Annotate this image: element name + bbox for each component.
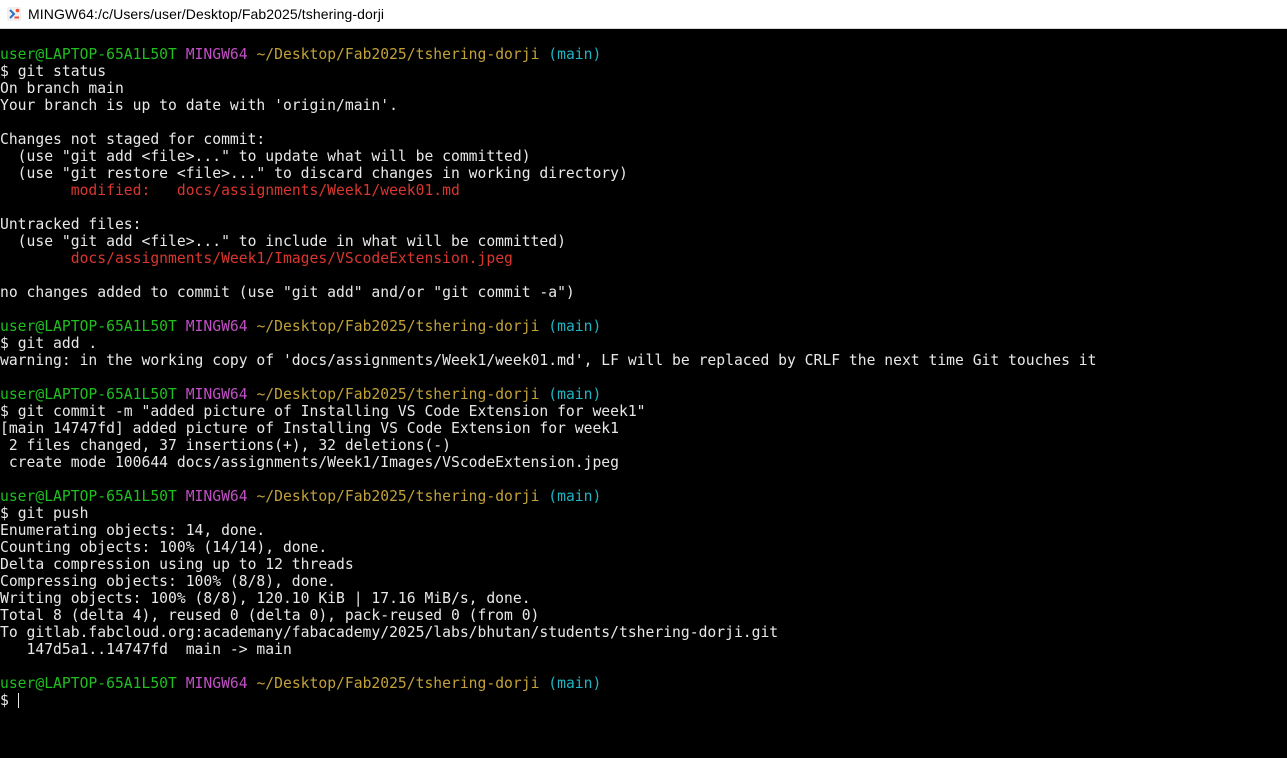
prompt-path: ~/Desktop/Fab2025/tshering-dorji bbox=[256, 386, 540, 403]
window-title: MINGW64:/c/Users/user/Desktop/Fab2025/ts… bbox=[28, 6, 385, 22]
prompt-line: user@LAPTOP-65A1L50T MINGW64 ~/Desktop/F… bbox=[0, 46, 1287, 63]
text-cursor bbox=[17, 693, 19, 708]
output-line: On branch main bbox=[0, 80, 1287, 97]
output-line: Counting objects: 100% (14/14), done. bbox=[0, 539, 1287, 556]
terminal-output[interactable]: user@LAPTOP-65A1L50T MINGW64 ~/Desktop/F… bbox=[0, 46, 1287, 758]
prompt-path: ~/Desktop/Fab2025/tshering-dorji bbox=[256, 675, 540, 692]
command-line: $ git commit -m "added picture of Instal… bbox=[0, 403, 1287, 420]
terminal-window: MINGW64:/c/Users/user/Desktop/Fab2025/ts… bbox=[0, 0, 1287, 758]
prompt-symbol: $ bbox=[0, 505, 18, 522]
output-text: Enumerating objects: 14, done. bbox=[0, 522, 266, 539]
output-line: Enumerating objects: 14, done. bbox=[0, 522, 1287, 539]
prompt-system: MINGW64 bbox=[185, 386, 248, 403]
prompt-branch: (main) bbox=[548, 488, 602, 505]
prompt-system: MINGW64 bbox=[185, 488, 248, 505]
output-line: (use "git restore <file>..." to discard … bbox=[0, 165, 1287, 182]
output-line: Delta compression using up to 12 threads bbox=[0, 556, 1287, 573]
command-text: git status bbox=[17, 63, 107, 80]
prompt-line: user@LAPTOP-65A1L50T MINGW64 ~/Desktop/F… bbox=[0, 386, 1287, 403]
git-bash-icon bbox=[6, 6, 22, 22]
title-bar[interactable]: MINGW64:/c/Users/user/Desktop/Fab2025/ts… bbox=[0, 0, 1287, 29]
output-line: Writing objects: 100% (8/8), 120.10 KiB … bbox=[0, 590, 1287, 607]
changed-file: docs/assignments/Week1/Images/VScodeExte… bbox=[70, 250, 513, 267]
output-text: Changes not staged for commit: bbox=[0, 131, 266, 148]
output-line: (use "git add <file>..." to update what … bbox=[0, 148, 1287, 165]
output-text: Total 8 (delta 4), reused 0 (delta 0), p… bbox=[0, 607, 540, 624]
output-text: Untracked files: bbox=[0, 216, 142, 233]
prompt-system: MINGW64 bbox=[185, 318, 248, 335]
output-text: (use "git restore <file>..." to discard … bbox=[0, 165, 628, 182]
output-text: warning: in the working copy of 'docs/as… bbox=[0, 352, 1097, 369]
prompt-user: user@LAPTOP-65A1L50T bbox=[0, 318, 177, 335]
output-line: 2 files changed, 37 insertions(+), 32 de… bbox=[0, 437, 1287, 454]
prompt-line: user@LAPTOP-65A1L50T MINGW64 ~/Desktop/F… bbox=[0, 488, 1287, 505]
command-text: git commit -m "added picture of Installi… bbox=[17, 403, 646, 420]
prompt-symbol: $ bbox=[0, 692, 18, 709]
output-line: To gitlab.fabcloud.org:academany/fabacad… bbox=[0, 624, 1287, 641]
prompt-symbol: $ bbox=[0, 403, 18, 420]
output-text: Your branch is up to date with 'origin/m… bbox=[0, 97, 398, 114]
input-line: $ bbox=[0, 692, 1287, 709]
prompt-line: user@LAPTOP-65A1L50T MINGW64 ~/Desktop/F… bbox=[0, 675, 1287, 692]
command-text: git add . bbox=[17, 335, 98, 352]
prompt-system: MINGW64 bbox=[185, 46, 248, 63]
output-text: To gitlab.fabcloud.org:academany/fabacad… bbox=[0, 624, 779, 641]
output-text: no changes added to commit (use "git add… bbox=[0, 284, 575, 301]
command-line: $ git status bbox=[0, 63, 1287, 80]
output-line: Changes not staged for commit: bbox=[0, 131, 1287, 148]
output-line: Compressing objects: 100% (8/8), done. bbox=[0, 573, 1287, 590]
command-line: $ git push bbox=[0, 505, 1287, 522]
output-text: (use "git add <file>..." to include in w… bbox=[0, 233, 566, 250]
prompt-user: user@LAPTOP-65A1L50T bbox=[0, 46, 177, 63]
output-line: Untracked files: bbox=[0, 216, 1287, 233]
prompt-path: ~/Desktop/Fab2025/tshering-dorji bbox=[256, 46, 540, 63]
prompt-user: user@LAPTOP-65A1L50T bbox=[0, 386, 177, 403]
output-text: Counting objects: 100% (14/14), done. bbox=[0, 539, 328, 556]
prompt-branch: (main) bbox=[548, 386, 602, 403]
changed-file: modified: docs/assignments/Week1/week01.… bbox=[70, 182, 460, 199]
prompt-branch: (main) bbox=[548, 318, 602, 335]
output-line: modified: docs/assignments/Week1/week01.… bbox=[0, 182, 1287, 199]
output-text: create mode 100644 docs/assignments/Week… bbox=[0, 454, 619, 471]
output-line: Total 8 (delta 4), reused 0 (delta 0), p… bbox=[0, 607, 1287, 624]
output-text: Compressing objects: 100% (8/8), done. bbox=[0, 573, 337, 590]
prompt-user: user@LAPTOP-65A1L50T bbox=[0, 675, 177, 692]
prompt-branch: (main) bbox=[548, 675, 602, 692]
output-line: [main 14747fd] added picture of Installi… bbox=[0, 420, 1287, 437]
output-text: Delta compression using up to 12 threads bbox=[0, 556, 354, 573]
prompt-line: user@LAPTOP-65A1L50T MINGW64 ~/Desktop/F… bbox=[0, 318, 1287, 335]
output-line: no changes added to commit (use "git add… bbox=[0, 284, 1287, 301]
output-line: create mode 100644 docs/assignments/Week… bbox=[0, 454, 1287, 471]
prompt-path: ~/Desktop/Fab2025/tshering-dorji bbox=[256, 488, 540, 505]
prompt-user: user@LAPTOP-65A1L50T bbox=[0, 488, 177, 505]
command-text: git push bbox=[17, 505, 89, 522]
prompt-symbol: $ bbox=[0, 335, 18, 352]
output-line: docs/assignments/Week1/Images/VScodeExte… bbox=[0, 250, 1287, 267]
output-text: [main 14747fd] added picture of Installi… bbox=[0, 420, 619, 437]
output-line: 147d5a1..14747fd main -> main bbox=[0, 641, 1287, 658]
output-text: On branch main bbox=[0, 80, 124, 97]
output-line: (use "git add <file>..." to include in w… bbox=[0, 233, 1287, 250]
prompt-path: ~/Desktop/Fab2025/tshering-dorji bbox=[256, 318, 540, 335]
output-text: 2 files changed, 37 insertions(+), 32 de… bbox=[0, 437, 451, 454]
prompt-branch: (main) bbox=[548, 46, 602, 63]
output-text: Writing objects: 100% (8/8), 120.10 KiB … bbox=[0, 590, 531, 607]
output-line: Your branch is up to date with 'origin/m… bbox=[0, 97, 1287, 114]
prompt-system: MINGW64 bbox=[185, 675, 248, 692]
output-text: (use "git add <file>..." to update what … bbox=[0, 148, 531, 165]
prompt-symbol: $ bbox=[0, 63, 18, 80]
output-text: 147d5a1..14747fd main -> main bbox=[0, 641, 292, 658]
command-line: $ git add . bbox=[0, 335, 1287, 352]
output-line: warning: in the working copy of 'docs/as… bbox=[0, 352, 1287, 369]
